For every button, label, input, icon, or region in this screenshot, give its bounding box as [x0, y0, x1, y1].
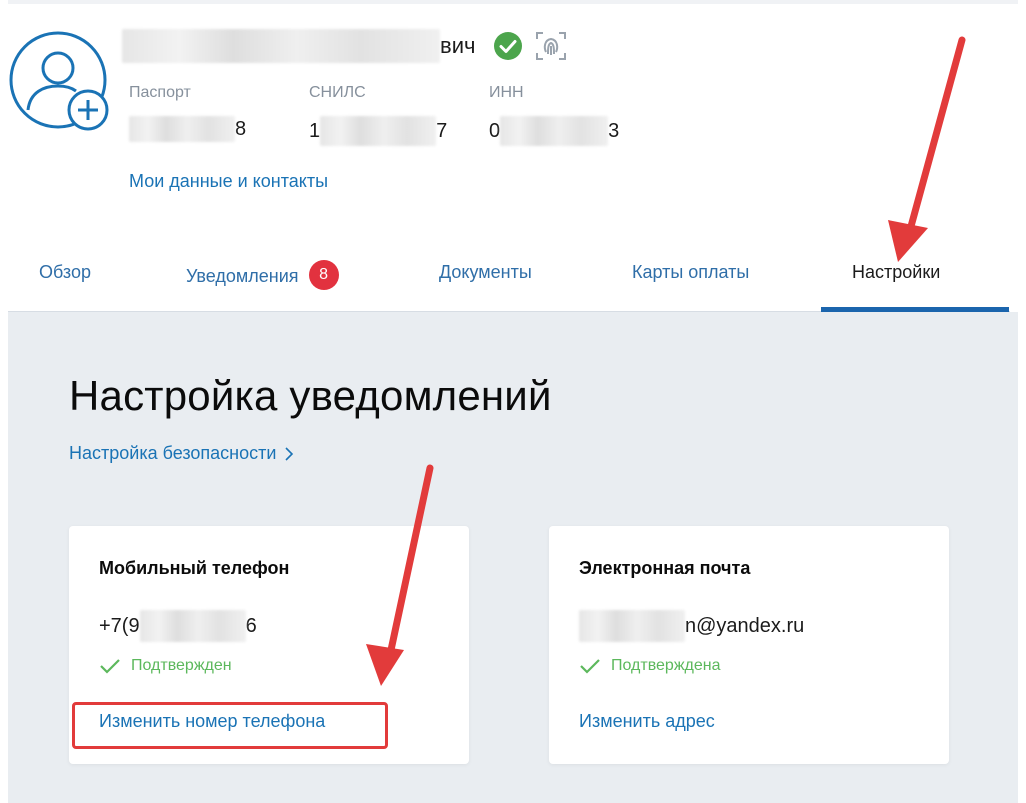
- passport-value: 8: [129, 116, 246, 142]
- tab-notifications-label: Уведомления: [186, 265, 299, 286]
- chevron-right-icon: [284, 446, 294, 462]
- profile-name-row: вич: [122, 28, 567, 64]
- phone-status: Подтвержден: [99, 657, 232, 675]
- email-status: Подтверждена: [579, 657, 721, 675]
- tab-documents[interactable]: Документы: [439, 262, 532, 283]
- inn-value-start: 0: [489, 119, 501, 142]
- check-circle-icon: [493, 31, 523, 61]
- inn-value: 0 3: [489, 116, 619, 146]
- redacted-passport: [129, 116, 235, 142]
- email-value: n@yandex.ru: [579, 610, 804, 642]
- redacted-inn: [500, 116, 609, 146]
- redacted-name: [122, 29, 440, 63]
- phone-value: +7(9 6: [99, 610, 257, 642]
- my-data-link[interactable]: Мои данные и контакты: [129, 171, 328, 192]
- email-card: Электронная почта n@yandex.ru Подтвержде…: [549, 526, 949, 764]
- tab-overview[interactable]: Обзор: [39, 262, 91, 283]
- security-settings-link[interactable]: Настройка безопасности: [69, 443, 294, 464]
- phone-value-start: +7(9: [99, 614, 140, 637]
- passport-label: Паспорт: [129, 84, 191, 101]
- snils-value: 1 7: [309, 116, 447, 146]
- face-scan-icon[interactable]: [535, 30, 567, 62]
- email-status-label: Подтверждена: [611, 657, 721, 674]
- inn-label: ИНН: [489, 84, 524, 101]
- snils-label: СНИЛС: [309, 84, 366, 101]
- passport-value-end: 8: [235, 117, 247, 140]
- email-value-end: n@yandex.ru: [685, 614, 805, 637]
- card-title: Мобильный телефон: [99, 558, 290, 578]
- snils-value-end: 7: [436, 119, 448, 142]
- phone-status-label: Подтвержден: [131, 657, 232, 674]
- card-title: Электронная почта: [579, 558, 751, 578]
- annotation-arrow-settings: [888, 36, 966, 262]
- check-icon: [579, 658, 601, 674]
- notifications-badge: 8: [308, 260, 339, 290]
- user-add-icon[interactable]: [8, 30, 110, 132]
- top-divider: [8, 0, 1018, 4]
- page-title: Настройка уведомлений: [69, 372, 552, 419]
- tab-settings[interactable]: Настройки: [852, 262, 940, 283]
- annotation-highlight-box: [72, 702, 388, 749]
- tab-payment-cards[interactable]: Карты оплаты: [632, 262, 749, 283]
- inn-value-end: 3: [608, 119, 620, 142]
- snils-value-start: 1: [309, 119, 321, 142]
- change-email-link[interactable]: Изменить адрес: [579, 711, 715, 732]
- redacted-snils: [320, 116, 437, 146]
- profile-name-suffix: вич: [440, 33, 476, 58]
- redacted-email: [579, 610, 685, 642]
- tab-notifications[interactable]: Уведомления 8: [186, 260, 339, 292]
- redacted-phone: [139, 610, 246, 642]
- check-icon: [99, 658, 121, 674]
- tabs-bar: Обзор Уведомления 8 Документы Карты оплат…: [8, 240, 1010, 312]
- security-settings-label: Настройка безопасности: [69, 443, 277, 463]
- phone-value-end: 6: [245, 614, 257, 637]
